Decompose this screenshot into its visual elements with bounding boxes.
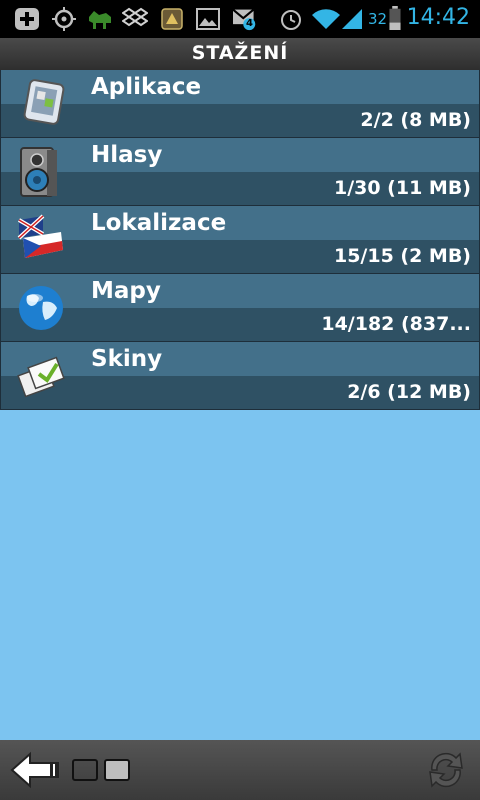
wifi-icon <box>312 9 340 29</box>
list-item-lokalizace[interactable]: Lokalizace 15/15 (2 MB) <box>0 206 480 274</box>
list-item-title: Aplikace <box>91 74 202 100</box>
list-item-title: Skiny <box>91 346 163 372</box>
clock: 14:42 <box>406 5 470 30</box>
battery-icon <box>389 6 401 30</box>
battery-percent: 32 <box>368 10 388 28</box>
status-bar: 4 32 14:42 <box>0 0 480 38</box>
image-icon <box>196 8 220 30</box>
signal-icon <box>342 9 362 29</box>
list-item-aplikace[interactable]: Aplikace 2/2 (8 MB) <box>0 70 480 138</box>
globe-icon <box>19 286 63 330</box>
list-item-count: 15/15 (2 MB) <box>333 245 471 267</box>
list-item-title: Mapy <box>91 278 161 304</box>
list-item-mapy[interactable]: Mapy 14/182 (837... <box>0 274 480 342</box>
list-item-count: 14/182 (837... <box>321 313 471 335</box>
gps-icon <box>52 7 76 31</box>
list-item-count: 1/30 (11 MB) <box>333 177 471 199</box>
gmail-icon <box>232 8 256 31</box>
bottom-toolbar <box>0 740 480 800</box>
download-list: Aplikace 2/2 (8 MB) Hlasy 1/30 (11 MB) L… <box>0 70 480 410</box>
page-title: STAŽENÍ <box>0 38 480 70</box>
add-icon <box>15 8 39 30</box>
back-arrow-icon[interactable] <box>10 750 62 790</box>
list-item-hlasy[interactable]: Hlasy 1/30 (11 MB) <box>0 138 480 206</box>
window-switch-icon[interactable] <box>72 758 132 782</box>
list-item-title: Lokalizace <box>91 210 227 236</box>
alarm-icon <box>281 10 301 30</box>
app-icon <box>161 8 183 30</box>
dropbox-icon <box>122 7 148 27</box>
list-item-count: 2/2 (8 MB) <box>360 109 471 131</box>
flags-icon <box>17 214 63 258</box>
notification-badge: 4 <box>246 18 253 29</box>
list-item-count: 2/6 (12 MB) <box>347 381 471 403</box>
list-item-skiny[interactable]: Skiny 2/6 (12 MB) <box>0 342 480 410</box>
speaker-icon <box>20 147 57 197</box>
refresh-icon[interactable] <box>424 746 468 794</box>
list-item-title: Hlasy <box>91 142 163 168</box>
android-icon <box>89 11 111 29</box>
apps-icon <box>23 79 65 125</box>
skins-icon <box>17 356 65 398</box>
